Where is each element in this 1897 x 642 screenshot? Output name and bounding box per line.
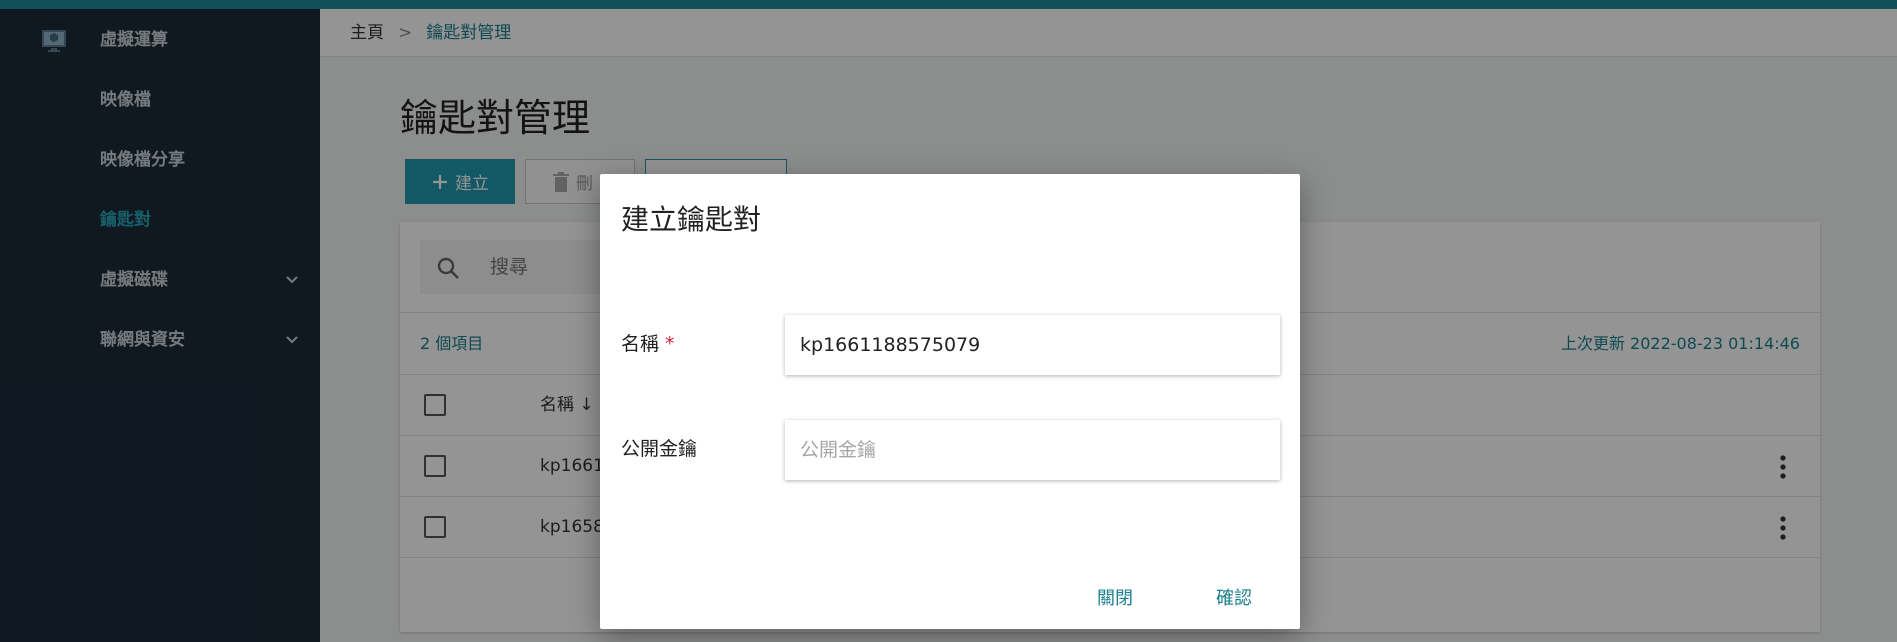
create-keypair-dialog: 建立鑰匙對 名稱* 公開金鑰 關閉 確認	[600, 174, 1300, 629]
dialog-title: 建立鑰匙對	[621, 203, 762, 236]
close-button[interactable]: 關閉	[1097, 584, 1133, 610]
confirm-button[interactable]: 確認	[1216, 584, 1252, 610]
name-field[interactable]	[785, 315, 1280, 375]
required-mark: *	[665, 333, 675, 355]
name-field-label: 名稱 *	[621, 329, 675, 356]
pubkey-field[interactable]	[785, 420, 1280, 480]
pubkey-field-label: 公開金鑰	[621, 438, 698, 460]
name-label-text: 名稱	[621, 333, 660, 355]
